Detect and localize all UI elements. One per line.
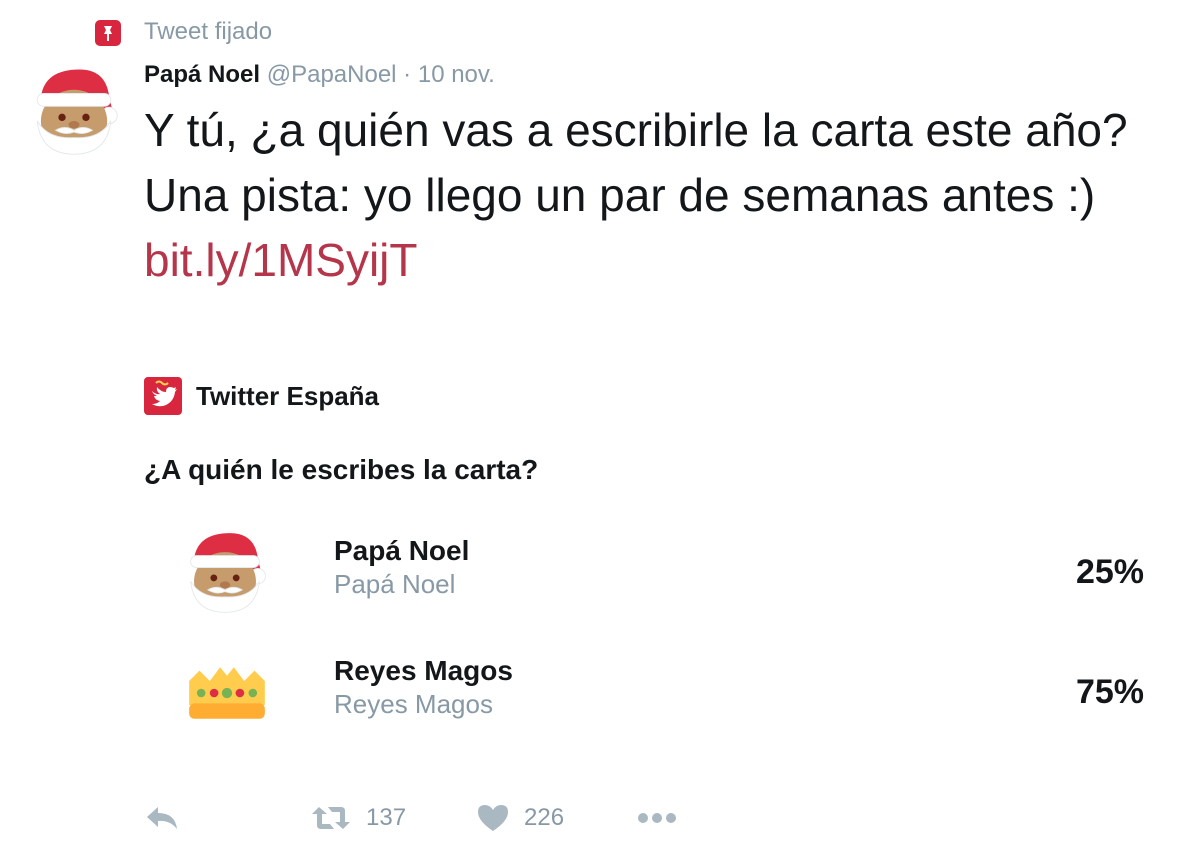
poll-option-2[interactable]: Reyes Magos Reyes Magos [334, 654, 513, 720]
poll-option-title: Papá Noel [334, 535, 470, 566]
more-button[interactable] [636, 798, 678, 838]
poll-question: ¿A quién le escribes la carta? [144, 454, 539, 485]
tweet-text: Y tú, ¿a quién vas a escribirle la carta… [144, 98, 1184, 293]
santa-emoji-icon [182, 528, 268, 614]
sponsor-name: Twitter España [196, 380, 380, 411]
poll-option-subtitle: Papá Noel [334, 569, 456, 599]
retweet-count: 137 [366, 804, 407, 831]
tweet-link[interactable]: bit.ly/1MSyijT [144, 228, 1184, 293]
reply-icon [144, 803, 180, 833]
retweet-button[interactable]: 137 [310, 798, 406, 838]
santa-avatar-icon[interactable] [28, 64, 120, 156]
poll-option-percent: 75% [1075, 673, 1144, 711]
twitter-espana-logo-icon [144, 377, 182, 415]
heart-icon [476, 803, 510, 833]
crown-emoji-icon [184, 650, 270, 736]
sponsor-row[interactable]: Twitter España [144, 377, 379, 415]
separator: · [403, 61, 412, 88]
tweet-date[interactable]: 10 nov. [418, 61, 495, 88]
tweet-header: Papá Noel @PapaNoel · 10 nov. [144, 60, 495, 90]
tweet-body: Y tú, ¿a quién vas a escribirle la carta… [144, 104, 1128, 221]
like-count: 226 [524, 804, 565, 831]
author-name[interactable]: Papá Noel [144, 61, 260, 88]
poll-option-1[interactable]: Papá Noel Papá Noel [334, 534, 469, 600]
pin-icon [95, 20, 121, 46]
author-handle[interactable]: @PapaNoel [267, 61, 397, 88]
pinned-label: Tweet fijado [144, 18, 273, 45]
poll-option-subtitle: Reyes Magos [334, 689, 493, 719]
retweet-icon [310, 803, 352, 833]
reply-button[interactable] [144, 798, 180, 838]
like-button[interactable]: 226 [476, 798, 564, 838]
poll-option-title: Reyes Magos [334, 655, 513, 686]
poll-option-percent: 25% [1075, 553, 1144, 591]
more-icon [636, 811, 678, 825]
